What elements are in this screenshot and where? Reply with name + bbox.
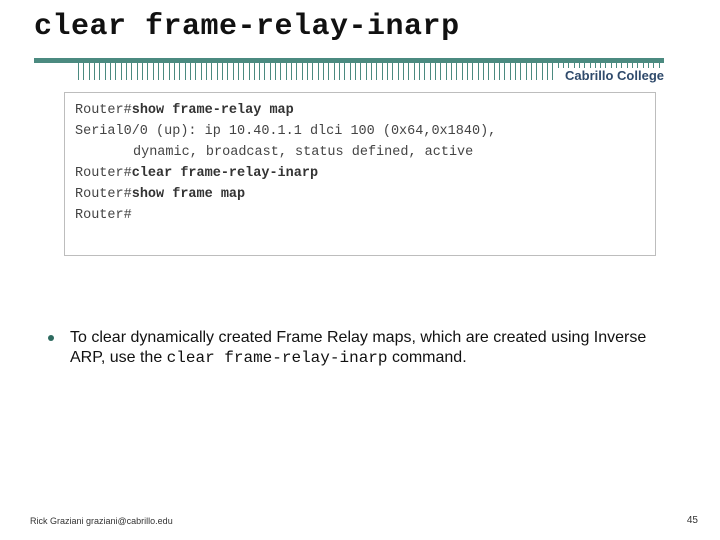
bullet-cmd: clear frame-relay-inarp xyxy=(167,349,388,367)
terminal-line: Router# xyxy=(75,206,645,227)
terminal-line: dynamic, broadcast, status defined, acti… xyxy=(75,143,645,164)
bullet-text: To clear dynamically created Frame Relay… xyxy=(70,328,672,370)
prompt: Router# xyxy=(75,103,132,118)
slide-title: clear frame-relay-inarp xyxy=(0,0,720,44)
bullet-post: command. xyxy=(388,349,467,366)
terminal-line: Router#show frame map xyxy=(75,185,645,206)
terminal-cmd: clear frame-relay-inarp xyxy=(132,166,318,181)
body-content: To clear dynamically created Frame Relay… xyxy=(48,328,672,370)
brand-label: Cabrillo College xyxy=(557,68,664,83)
terminal-line: Router#clear frame-relay-inarp xyxy=(75,164,645,185)
terminal-cmd: show frame map xyxy=(132,187,245,202)
page-number: 45 xyxy=(687,515,698,526)
slide: clear frame-relay-inarp Cabrillo College… xyxy=(0,0,720,540)
header-rule: Cabrillo College xyxy=(0,50,720,84)
terminal-line: Router#show frame-relay map xyxy=(75,101,645,122)
bullet-item: To clear dynamically created Frame Relay… xyxy=(48,328,672,370)
prompt: Router# xyxy=(75,166,132,181)
footer-author: Rick Graziani graziani@cabrillo.edu xyxy=(30,516,173,526)
terminal-output: Router#show frame-relay map Serial0/0 (u… xyxy=(64,92,656,256)
bullet-icon xyxy=(48,335,54,341)
terminal-cmd: show frame-relay map xyxy=(132,103,294,118)
terminal-line: Serial0/0 (up): ip 10.40.1.1 dlci 100 (0… xyxy=(75,122,645,143)
prompt: Router# xyxy=(75,187,132,202)
